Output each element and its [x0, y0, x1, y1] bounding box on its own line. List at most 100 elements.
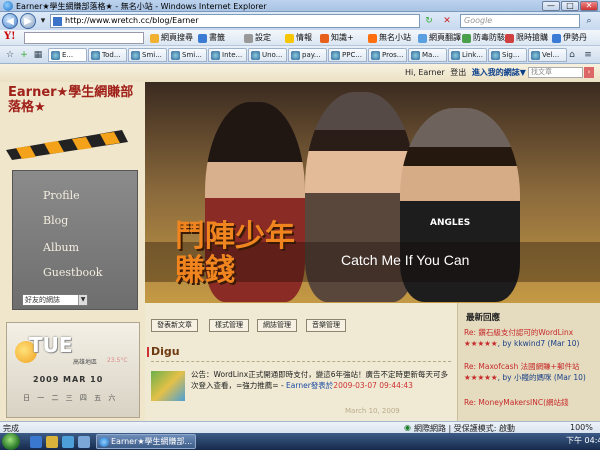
ie-quicklaunch-icon[interactable] [30, 436, 42, 448]
weather-temp: 23.5°C [107, 357, 128, 364]
close-button[interactable]: ✕ [580, 1, 598, 11]
browser-tab[interactable]: Ma... [408, 48, 447, 62]
toolbar-item[interactable]: 伊勢丹 [552, 32, 587, 44]
browser-tab[interactable]: E... [48, 48, 87, 62]
ie-logo-icon [99, 437, 109, 447]
tab-label: Uno... [262, 51, 283, 59]
browser-tab[interactable]: Pros... [368, 48, 407, 62]
tab-favicon-icon [131, 51, 140, 60]
url-text: http://www.wretch.cc/blog/Earner [65, 16, 199, 25]
home-icon[interactable]: ⌂ [566, 49, 578, 61]
desktop-quicklaunch-icon[interactable] [62, 436, 74, 448]
tab-label: E... [62, 51, 74, 59]
browser-tab[interactable]: Uno... [248, 48, 287, 62]
toolbar-item-icon [418, 34, 427, 43]
yahoo-logo[interactable]: Y! [4, 31, 16, 42]
address-bar: ◀ ▶ ▾ http://www.wretch.cc/blog/Earner ↻… [0, 12, 600, 30]
search-icon[interactable]: ⌕ [583, 15, 595, 27]
taskbar-ie-window[interactable]: Earner★學生網賺部... [96, 434, 196, 449]
quick-tabs-icon[interactable]: ▦ [32, 49, 44, 61]
toolbar-item-label: 伊勢丹 [563, 33, 587, 42]
maximize-button[interactable]: □ [561, 1, 579, 11]
week-row: 日 一 二 三 四 五 六 [23, 394, 116, 402]
toolbar-item-icon [462, 34, 471, 43]
chevron-down-icon: ▼ [78, 295, 87, 305]
minimize-button[interactable]: — [542, 1, 560, 11]
blog-title[interactable]: Earner★學生網賺部落格★ [8, 85, 143, 115]
article-search-input[interactable]: 找文章 [528, 67, 583, 78]
section-heading: Digu [147, 345, 180, 358]
logout-link[interactable]: 登出 [450, 68, 466, 77]
greeting-text: Hi, Earner [405, 68, 445, 77]
music-manage-button[interactable]: 音樂管理 [306, 319, 346, 332]
toolbar-item[interactable]: 網頁翻譯 [418, 32, 461, 44]
favorites-star-icon[interactable]: ☆ [4, 49, 16, 61]
header-banner: ANGLES 鬥陣少年賺錢 Catch Me If You Can [145, 82, 600, 303]
tab-label: Vel... [542, 51, 560, 59]
style-manage-button[interactable]: 樣式管理 [209, 319, 249, 332]
article-search-button[interactable]: › [584, 67, 594, 78]
recent-pages-icon[interactable]: ▾ [37, 15, 49, 27]
post-author-link[interactable]: Earner發表於 [286, 381, 333, 390]
clapperboard-graphic [6, 130, 128, 160]
globe-icon: ◉ [404, 423, 411, 432]
system-clock[interactable]: 下午 04:41 [566, 435, 600, 446]
toolbar-item[interactable]: 網頁搜尋 [150, 32, 193, 44]
poster-avatar [151, 371, 185, 401]
tab-label: Ma... [422, 51, 440, 59]
toolbar-item-label: 書籤 [209, 33, 225, 42]
refresh-icon[interactable]: ↻ [423, 15, 435, 27]
browser-tab[interactable]: Sig... [488, 48, 527, 62]
nav-album[interactable]: Album [43, 241, 79, 254]
forward-button[interactable]: ▶ [20, 13, 36, 29]
browser-tab[interactable]: Smi... [168, 48, 207, 62]
folder-quicklaunch-icon[interactable] [46, 436, 58, 448]
yahoo-toolbar: Y! 網頁搜尋 書籤 設定 情報 知識+ 無名小站 網頁翻譯 防毒防駭 限時搶購 伊勢丹 [0, 30, 600, 46]
browser-tab[interactable]: Vel... [528, 48, 567, 62]
browser-tab[interactable]: pay... [288, 48, 327, 62]
browser-tab[interactable]: Link... [448, 48, 487, 62]
date-line: 2009 MAR 10 [33, 375, 104, 384]
enter-my-blog-link[interactable]: 進入我的網誌▼ [472, 68, 526, 77]
toolbar-item-icon [552, 34, 561, 43]
tab-favicon-icon [171, 51, 180, 60]
tab-label: Smi... [142, 51, 162, 59]
nav-profile[interactable]: Profile [43, 189, 80, 202]
window-titlebar: Earner★學生網賺部落格★ - 無名小站 - Windows Interne… [0, 0, 600, 12]
toolbar-item[interactable]: 無名小站 [368, 32, 411, 44]
toolbar-item[interactable]: 知識+ [320, 32, 354, 44]
browser-tab[interactable]: PPC... [328, 48, 367, 62]
toolbar-item[interactable]: 設定 [244, 32, 271, 44]
blog-nav-box: Profile Blog Album Guestbook [12, 170, 138, 310]
weather-location: 高雄地區 [73, 359, 98, 366]
search-input[interactable]: Google [460, 14, 580, 28]
friends-blog-select[interactable]: 好友的網誌 ▼ [22, 294, 88, 306]
toolbar-item[interactable]: 書籤 [198, 32, 225, 44]
browser-tab[interactable]: Smi... [128, 48, 167, 62]
recent-comment-meta: , by 小賤的媽咪 (Mar 10) [497, 373, 586, 382]
new-post-button[interactable]: 發表新文章 [151, 319, 198, 332]
start-button[interactable] [2, 433, 20, 450]
nav-blog[interactable]: Blog [43, 214, 68, 227]
recent-comment-link[interactable]: Re: MoneyMakersINC(網站錢 [464, 398, 569, 407]
back-button[interactable]: ◀ [2, 13, 18, 29]
toolbar-item[interactable]: 防毒防駭 [462, 32, 505, 44]
tab-label: pay... [302, 51, 321, 59]
browser-tab[interactable]: Tod... [88, 48, 127, 62]
browser-tab[interactable]: Inte... [208, 48, 247, 62]
taskbar: Earner★學生網賺部... 下午 04:41 [0, 433, 600, 450]
toolbar-search-field[interactable] [24, 32, 144, 44]
blog-manage-button[interactable]: 網誌管理 [257, 319, 297, 332]
feeds-icon[interactable]: ≡ [582, 49, 594, 61]
window-title: Earner★學生網賺部落格★ - 無名小站 - Windows Interne… [16, 2, 267, 11]
stop-icon[interactable]: ✕ [441, 15, 453, 27]
nav-guestbook[interactable]: Guestbook [43, 266, 102, 279]
toolbar-item[interactable]: 情報 [285, 32, 312, 44]
site-favicon-icon [53, 17, 62, 26]
add-favorite-icon[interactable]: + [18, 49, 30, 61]
toolbar-item[interactable]: 限時搶購 [505, 32, 548, 44]
url-field[interactable]: http://www.wretch.cc/blog/Earner [50, 14, 420, 28]
zoom-level[interactable]: 100% [570, 423, 593, 432]
switch-windows-icon[interactable] [78, 436, 90, 448]
recent-comments-title: 最新回應 [466, 313, 501, 323]
